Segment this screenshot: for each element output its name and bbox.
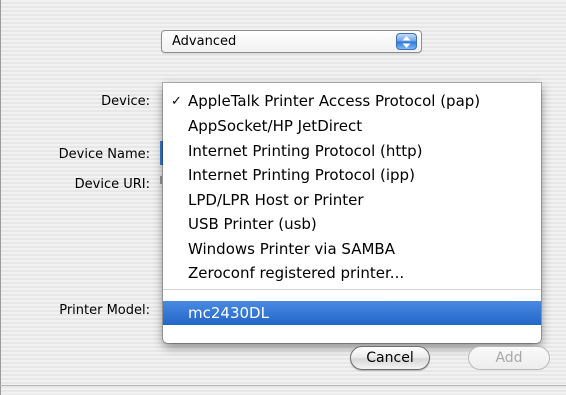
menu-item-mc2430dl[interactable]: mc2430DL — [163, 301, 541, 325]
device-uri-field[interactable] — [160, 176, 162, 184]
mode-popup-button[interactable]: Advanced — [161, 30, 422, 53]
menu-item-label: USB Printer (usb) — [188, 215, 317, 233]
window-bottom-edge — [0, 385, 566, 386]
device-menu: ✓ AppleTalk Printer Access Protocol (pap… — [163, 83, 541, 343]
menu-item-label: Internet Printing Protocol (ipp) — [188, 166, 415, 184]
mode-popup-label: Advanced — [172, 34, 237, 49]
menu-item-ipp-http[interactable]: Internet Printing Protocol (http) — [163, 140, 541, 163]
popup-arrows-icon — [396, 33, 417, 50]
menu-item-label: LPD/LPR Host or Printer — [188, 191, 364, 209]
checkmark-icon: ✓ — [171, 94, 182, 109]
window-left-edge — [0, 0, 1, 395]
menu-item-label: Windows Printer via SAMBA — [188, 240, 395, 258]
menu-item-label: Internet Printing Protocol (http) — [188, 142, 423, 160]
device-name-label: Device Name: — [58, 147, 150, 162]
menu-separator — [163, 289, 541, 290]
menu-item-samba[interactable]: Windows Printer via SAMBA — [163, 238, 541, 261]
menu-item-label: AppSocket/HP JetDirect — [188, 117, 363, 135]
menu-item-label: mc2430DL — [188, 304, 269, 322]
menu-item-lpd[interactable]: LPD/LPR Host or Printer — [163, 189, 541, 212]
menu-item-ipp[interactable]: Internet Printing Protocol (ipp) — [163, 164, 541, 187]
printer-model-label: Printer Model: — [59, 303, 150, 318]
add-button[interactable]: Add — [468, 346, 550, 370]
menu-item-zeroconf[interactable]: Zeroconf registered printer... — [163, 262, 541, 285]
menu-item-appsocket[interactable]: AppSocket/HP JetDirect — [163, 115, 541, 138]
device-label: Device: — [101, 94, 150, 109]
menu-item-label: AppleTalk Printer Access Protocol (pap) — [188, 92, 481, 110]
menu-item-usb[interactable]: USB Printer (usb) — [163, 213, 541, 236]
device-uri-label: Device URI: — [74, 177, 150, 192]
menu-item-label: Zeroconf registered printer... — [188, 264, 405, 282]
cancel-button[interactable]: Cancel — [350, 346, 430, 370]
menu-item-appletalk[interactable]: ✓ AppleTalk Printer Access Protocol (pap… — [163, 90, 541, 113]
